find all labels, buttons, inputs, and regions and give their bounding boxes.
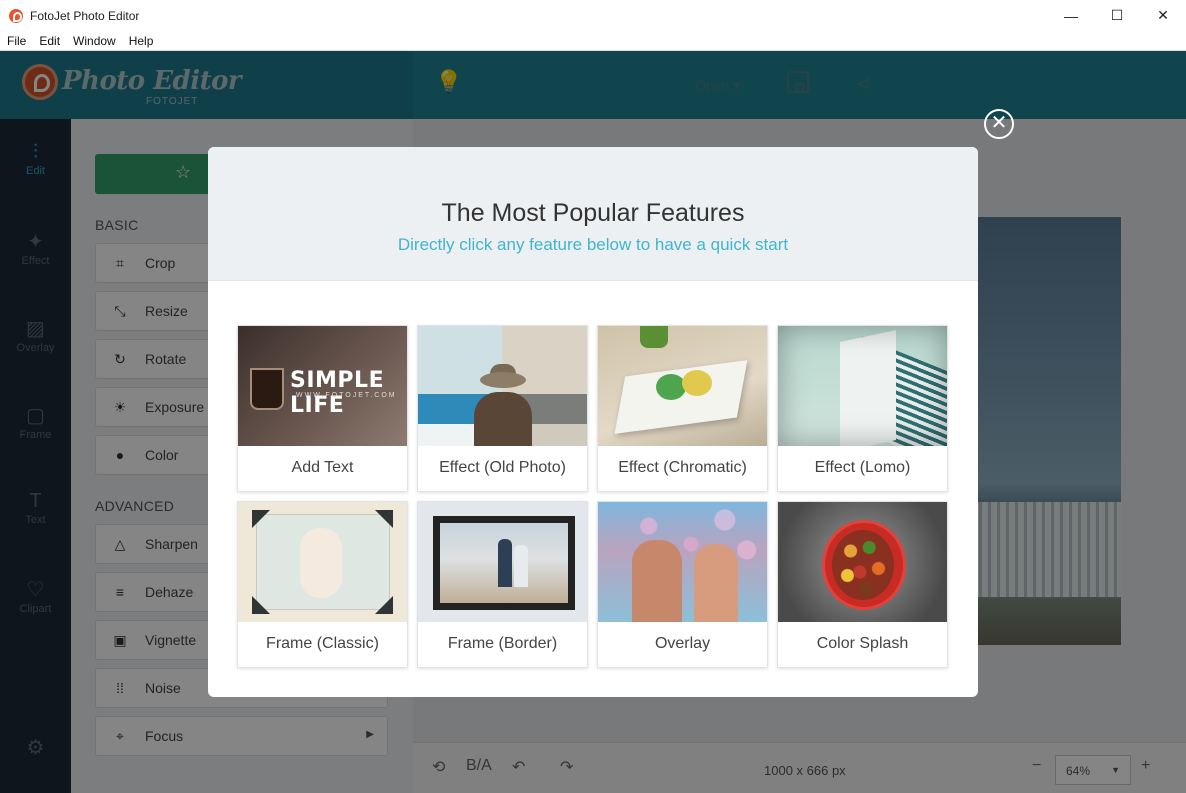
feature-label: Effect (Chromatic) bbox=[618, 459, 747, 476]
minimize-button[interactable]: — bbox=[1048, 0, 1094, 31]
thumbnail-shape bbox=[778, 326, 947, 446]
modal-title: The Most Popular Features bbox=[441, 199, 745, 227]
thumbnail-shape bbox=[300, 528, 342, 598]
maximize-button[interactable]: ☐ bbox=[1094, 0, 1140, 31]
feature-thumbnail bbox=[778, 502, 947, 622]
close-window-button[interactable]: ✕ bbox=[1140, 0, 1186, 31]
feature-card-color-splash[interactable]: Color Splash bbox=[777, 501, 948, 668]
feature-thumbnail bbox=[598, 502, 767, 622]
close-icon: ✕ bbox=[1157, 7, 1169, 23]
modal-header: The Most Popular Features Directly click… bbox=[208, 147, 978, 281]
thumbnail-shape bbox=[474, 392, 532, 446]
thumbnail-shape bbox=[375, 510, 393, 528]
thumbnail-shape bbox=[832, 530, 894, 600]
thumbnail-shape bbox=[375, 596, 393, 614]
thumbnail-shape bbox=[433, 516, 575, 610]
menu-bar: File Edit Window Help bbox=[0, 31, 1186, 51]
thumbnail-shape bbox=[598, 502, 767, 622]
feature-card-frame-classic[interactable]: Frame (Classic) bbox=[237, 501, 408, 668]
thumbnail-shape bbox=[614, 360, 748, 434]
thumbnail-shape bbox=[252, 510, 270, 528]
title-bar: FotoJet Photo Editor — ☐ ✕ bbox=[0, 0, 1186, 31]
menu-file[interactable]: File bbox=[0, 34, 32, 48]
thumbnail-shape bbox=[250, 368, 284, 410]
feature-card-effect-old-photo[interactable]: Effect (Old Photo) bbox=[417, 325, 588, 492]
thumbnail-shape bbox=[480, 372, 526, 388]
feature-label: Effect (Lomo) bbox=[814, 459, 911, 476]
thumbnail-shape bbox=[514, 545, 528, 587]
minimize-icon: — bbox=[1064, 7, 1078, 24]
feature-card-frame-border[interactable]: Frame (Border) bbox=[417, 501, 588, 668]
feature-thumbnail bbox=[778, 326, 947, 446]
feature-label: Add Text bbox=[291, 459, 354, 476]
close-modal-button[interactable]: ✕ bbox=[984, 109, 1014, 139]
thumbnail-overlay-subtext: WWW.FOTOJET.COM bbox=[296, 392, 397, 399]
app-icon bbox=[9, 8, 23, 23]
feature-label: Effect (Old Photo) bbox=[439, 459, 566, 476]
feature-thumbnail bbox=[418, 326, 587, 446]
menu-help[interactable]: Help bbox=[122, 34, 160, 48]
feature-label: Frame (Classic) bbox=[266, 635, 379, 652]
menu-window[interactable]: Window bbox=[66, 34, 122, 48]
menu-edit[interactable]: Edit bbox=[32, 34, 66, 48]
feature-label: Color Splash bbox=[816, 635, 909, 652]
thumbnail-shape bbox=[640, 326, 668, 348]
feature-label: Overlay bbox=[654, 635, 711, 652]
features-modal: The Most Popular Features Directly click… bbox=[208, 147, 978, 697]
maximize-icon: ☐ bbox=[1110, 7, 1124, 23]
feature-thumbnail bbox=[598, 326, 767, 446]
feature-card-overlay[interactable]: Overlay bbox=[597, 501, 768, 668]
feature-thumbnail bbox=[418, 502, 587, 622]
feature-card-effect-lomo[interactable]: Effect (Lomo) bbox=[777, 325, 948, 492]
thumbnail-shape bbox=[498, 539, 512, 587]
feature-thumbnail bbox=[238, 502, 407, 622]
modal-subtitle: Directly click any feature below to have… bbox=[397, 235, 789, 254]
window-title: FotoJet Photo Editor bbox=[30, 8, 140, 23]
thumbnail-shape bbox=[252, 596, 270, 614]
thumbnail-shape bbox=[656, 374, 686, 400]
feature-card-add-text[interactable]: SIMPLE LIFE WWW.FOTOJET.COM Add Text bbox=[237, 325, 408, 492]
feature-thumbnail: SIMPLE LIFE WWW.FOTOJET.COM bbox=[238, 326, 407, 446]
feature-label: Frame (Border) bbox=[447, 635, 558, 652]
feature-card-effect-chromatic[interactable]: Effect (Chromatic) bbox=[597, 325, 768, 492]
thumbnail-shape bbox=[682, 370, 712, 396]
